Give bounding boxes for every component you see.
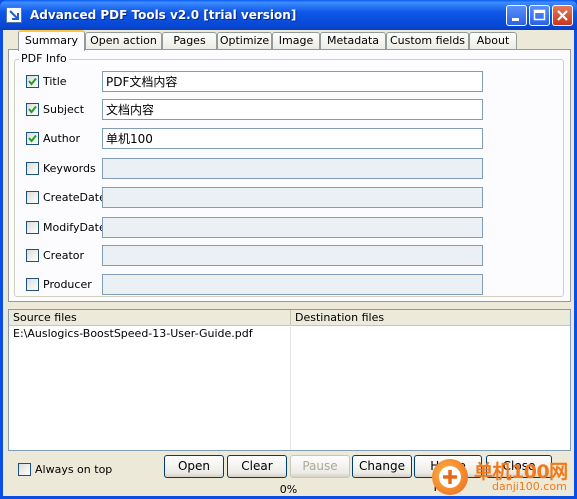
creator-label: Creator — [43, 249, 85, 262]
watermark-url: danji100.com — [492, 480, 567, 493]
producer-label: Producer — [43, 278, 92, 291]
tab-about[interactable]: About — [469, 32, 517, 49]
tab-pages[interactable]: Pages — [162, 32, 217, 49]
column-header-source[interactable]: Source files — [9, 310, 291, 325]
source-file-cell[interactable]: E:\Auslogics-BoostSpeed-13-User-Guide.pd… — [13, 327, 253, 340]
window-title: Advanced PDF Tools v2.0 [trial version] — [30, 8, 297, 22]
site-watermark: 单机100网 danji100.com — [430, 455, 577, 499]
subject-field[interactable] — [102, 99, 483, 120]
tab-custom-fields[interactable]: Custom fields — [386, 32, 469, 49]
producer-checkbox[interactable] — [26, 278, 39, 291]
createdate-field[interactable] — [102, 187, 483, 208]
check-icon — [28, 134, 37, 143]
close-window-button[interactable] — [552, 5, 573, 26]
createdate-label: CreateDate — [43, 191, 106, 204]
pause-button[interactable]: Pause — [290, 455, 350, 478]
tab-optimize[interactable]: Optimize — [217, 32, 272, 49]
title-field[interactable] — [102, 71, 483, 92]
author-checkbox[interactable] — [26, 132, 39, 145]
maximize-icon — [533, 9, 546, 21]
modifydate-label: ModifyDate — [43, 221, 106, 234]
always-on-top-label: Always on top — [35, 463, 113, 476]
check-icon — [28, 77, 37, 86]
main-panel: Summary Open action Pages Optimize Image… — [3, 30, 574, 496]
clear-button[interactable]: Clear — [227, 455, 287, 478]
creator-field[interactable] — [102, 245, 483, 266]
title-bar[interactable]: Advanced PDF Tools v2.0 [trial version] — [0, 0, 577, 30]
change-button[interactable]: Change — [352, 455, 412, 478]
close-icon — [557, 10, 568, 21]
author-field[interactable] — [102, 128, 483, 149]
tab-metadata[interactable]: Metadata — [320, 32, 386, 49]
check-icon — [28, 105, 37, 114]
author-label: Author — [43, 132, 81, 145]
pdf-info-group: PDF Info Title Subject Author — [14, 52, 564, 297]
createdate-checkbox[interactable] — [26, 191, 39, 204]
files-list[interactable]: Source files Destination files E:\Auslog… — [8, 309, 571, 451]
files-header: Source files Destination files — [9, 310, 570, 326]
keywords-field[interactable] — [102, 158, 483, 179]
minimize-button[interactable] — [506, 5, 527, 26]
column-divider — [290, 325, 291, 450]
keywords-label: Keywords — [43, 162, 96, 175]
maximize-button[interactable] — [529, 5, 550, 26]
always-on-top-checkbox[interactable] — [18, 463, 31, 476]
subject-checkbox[interactable] — [26, 103, 39, 116]
app-window: Advanced PDF Tools v2.0 [trial version] … — [0, 0, 577, 499]
keywords-checkbox[interactable] — [26, 162, 39, 175]
minimize-icon — [512, 18, 519, 21]
modifydate-checkbox[interactable] — [26, 221, 39, 234]
tab-summary[interactable]: Summary — [18, 30, 85, 51]
creator-checkbox[interactable] — [26, 249, 39, 262]
column-header-destination[interactable]: Destination files — [291, 310, 570, 325]
plus-logo-icon — [432, 459, 468, 495]
subject-label: Subject — [43, 103, 85, 116]
title-checkbox[interactable] — [26, 75, 39, 88]
open-button[interactable]: Open — [164, 455, 224, 478]
tab-image[interactable]: Image — [272, 32, 320, 49]
producer-field[interactable] — [102, 274, 483, 295]
modifydate-field[interactable] — [102, 217, 483, 238]
title-label: Title — [43, 75, 67, 88]
tab-open-action[interactable]: Open action — [85, 32, 162, 49]
pdf-info-group-label: PDF Info — [19, 52, 69, 65]
summary-page: PDF Info Title Subject Author — [8, 49, 571, 302]
app-logo-icon — [6, 7, 22, 23]
